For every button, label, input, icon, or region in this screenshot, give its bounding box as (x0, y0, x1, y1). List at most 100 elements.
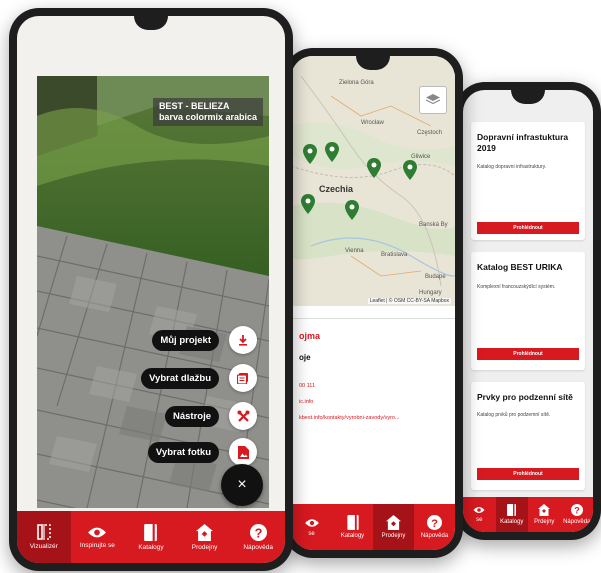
store-email-link[interactable]: ic.info (299, 399, 313, 405)
svg-text:?: ? (254, 525, 262, 540)
paver-color: barva colormix arabica (158, 112, 257, 122)
map-label-czestochowa: Częstoch (417, 130, 443, 136)
eye-icon (304, 518, 320, 528)
close-icon: × (237, 476, 247, 493)
catalog-card: Dopravní infrastuktura 2019 Katalog dopr… (471, 122, 585, 240)
store-pin-icon[interactable] (367, 158, 381, 178)
phone-notch (134, 16, 168, 30)
visualizer-screen: BEST - BELIEZA barva colormix arabica Mů… (17, 16, 285, 563)
phone-notch (511, 90, 545, 104)
download-icon[interactable] (229, 326, 257, 354)
help-icon: ? (570, 504, 583, 516)
tab-inspiration[interactable]: se (463, 497, 496, 532)
tab-help[interactable]: ? Nápověda (231, 511, 285, 563)
bottom-tab-bar: Vizualizér Inspirujte se Katalogy Prodej… (17, 511, 285, 563)
fab-action-select-photo[interactable]: Vybrat fotku (147, 438, 257, 466)
phone-catalogs: Dopravní infrastuktura 2019 Katalog dopr… (455, 82, 601, 540)
catalog-icon (507, 504, 517, 516)
fab-action-select-paver[interactable]: Vybrat dlažbu (141, 364, 257, 392)
browse-catalog-button[interactable]: Prohlédnout (477, 468, 579, 480)
tab-help[interactable]: ? Nápověda (414, 504, 455, 550)
store-detail-panel: ojma oje 00 111 ic.info kbest.info/konta… (291, 318, 455, 499)
tab-stores[interactable]: Prodejny (373, 504, 414, 550)
fab-action-my-project[interactable]: Můj projekt (152, 326, 257, 354)
map-label-wroclaw: Wrocław (361, 120, 384, 126)
store-pin-icon[interactable] (345, 200, 359, 220)
map-label-vienna: Vienna (345, 248, 364, 254)
tab-catalogs[interactable]: Katalogy (124, 511, 178, 563)
tab-catalogs[interactable]: Katalogy (332, 504, 373, 550)
map-attribution[interactable]: Leaflet | © OSM CC-BY-SA Mapbox (367, 298, 451, 304)
catalog-title: Dopravní infrastuktura 2019 (477, 132, 569, 153)
stores-map[interactable]: Zielona Góra Wrocław Częstoch Gliwice Cz… (291, 56, 455, 306)
store-subtitle: oje (299, 353, 311, 362)
tab-label: Katalogy (500, 519, 524, 525)
catalog-description: Komplexní francouzskýdící systém. (477, 284, 556, 290)
map-label-zielona-gora: Zielona Góra (339, 80, 374, 86)
map-label-czechia: Czechia (319, 184, 354, 194)
tab-help[interactable]: ? Nápověda (561, 497, 594, 532)
fab-label[interactable]: Nástroje (164, 405, 219, 427)
catalog-icon (346, 515, 359, 530)
tab-label: Inspirujte se (79, 541, 115, 549)
store-icon (538, 504, 551, 516)
store-pin-icon[interactable] (301, 194, 315, 214)
map-layers-button[interactable] (419, 86, 447, 114)
catalog-card: Katalog BEST URIKA Komplexní francouzský… (471, 252, 585, 370)
tab-label: Nápověda (420, 533, 449, 539)
eye-icon (87, 526, 107, 539)
tab-label: Katalogy (138, 543, 164, 551)
phone-visualizer: BEST - BELIEZA barva colormix arabica Mů… (9, 8, 293, 571)
browse-catalog-button[interactable]: Prohlédnout (477, 348, 579, 360)
tab-catalogs[interactable]: Katalogy (495, 497, 528, 532)
svg-text:?: ? (431, 518, 438, 530)
tab-stores[interactable]: Prodejny (178, 511, 232, 563)
visualizer-icon (36, 524, 52, 540)
tab-inspiration[interactable]: se (291, 504, 332, 550)
tab-visualizer[interactable]: Vizualizér (17, 511, 71, 563)
fab-label[interactable]: Vybrat dlažbu (141, 367, 219, 389)
store-icon (386, 515, 401, 530)
tab-label: Prodejny (381, 533, 406, 539)
store-pin-icon[interactable] (325, 142, 339, 162)
close-fab-button[interactable]: × (221, 464, 263, 506)
tab-stores[interactable]: Prdejny (528, 497, 561, 532)
svg-text:?: ? (574, 506, 580, 516)
eye-icon (473, 506, 485, 514)
fab-action-tools[interactable]: Nástroje (164, 402, 257, 430)
catalog-title: Prvky pro podzenní sítě (477, 392, 573, 402)
store-phone-link[interactable]: 00 111 (299, 383, 315, 389)
store-icon (196, 523, 214, 541)
catalogs-screen: Dopravní infrastuktura 2019 Katalog dopr… (463, 90, 593, 532)
store-web-link[interactable]: kbest.info/kontakty/vyrobni-zavody/vyro.… (299, 415, 400, 421)
fab-label[interactable]: Vybrat fotku (147, 441, 219, 463)
browse-catalog-button[interactable]: Prohlédnout (477, 222, 579, 234)
map-label-bratislava: Bratislava (381, 252, 408, 258)
help-icon: ? (427, 515, 442, 530)
tab-label: Vizualizér (29, 543, 58, 550)
bottom-tab-bar: se Katalogy Prdejny ? Nápověda (463, 497, 593, 532)
store-pin-icon[interactable] (403, 160, 417, 180)
catalog-description: Katalog prvků pro podzemní sítě. (477, 412, 551, 418)
catalog-icon (144, 523, 158, 541)
catalog-description: Katalog dopravní infrastruktury. (477, 164, 547, 170)
fab-label[interactable]: Můj projekt (152, 329, 219, 351)
catalog-card: Prvky pro podzenní sítě Katalog prvků pr… (471, 382, 585, 490)
store-name: ojma (299, 331, 321, 341)
tab-label: Katalogy (340, 533, 365, 539)
map-label-hungary: Hungary (419, 290, 442, 296)
catalog-title: Katalog BEST URIKA (477, 262, 563, 272)
bottom-tab-bar: se Katalogy Prodejny ? Nápověda (291, 504, 455, 550)
tab-label: Nápověda (563, 519, 591, 525)
paver-select-icon[interactable] (229, 364, 257, 392)
tools-icon[interactable] (229, 402, 257, 430)
phone-stores: Zielona Góra Wrocław Częstoch Gliwice Cz… (283, 48, 463, 558)
help-icon: ? (249, 523, 267, 541)
paver-name: BEST - BELIEZA (158, 101, 230, 111)
photo-icon[interactable] (229, 438, 257, 466)
store-pin-icon[interactable] (303, 144, 317, 164)
paver-overlay-label: BEST - BELIEZA barva colormix arabica (152, 98, 263, 126)
tab-label: se (476, 517, 483, 523)
tab-inspiration[interactable]: Inspirujte se (71, 511, 125, 563)
tab-label: Prdejny (534, 519, 555, 525)
